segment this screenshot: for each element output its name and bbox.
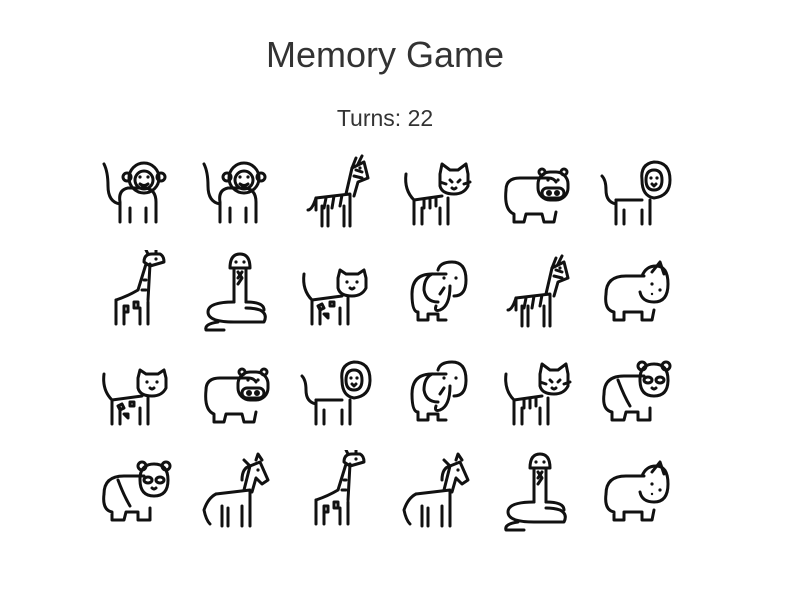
memory-card[interactable] <box>294 150 378 234</box>
snake-icon <box>494 450 578 534</box>
lion-icon <box>594 150 678 234</box>
memory-card[interactable] <box>194 350 278 434</box>
memory-card[interactable] <box>94 350 178 434</box>
memory-card[interactable] <box>294 250 378 334</box>
elephant-icon <box>394 250 478 334</box>
horse-icon <box>194 450 278 534</box>
memory-game-page: Memory Game Turns: 22 <box>0 0 800 600</box>
hippo-icon <box>494 150 578 234</box>
memory-card[interactable] <box>194 150 278 234</box>
giraffe-icon <box>94 250 178 334</box>
leopard-icon <box>294 250 378 334</box>
snake-icon <box>194 250 278 334</box>
memory-card[interactable] <box>494 350 578 434</box>
rhino-icon <box>594 250 678 334</box>
monkey-icon <box>194 150 278 234</box>
turns-label: Turns: <box>336 105 402 131</box>
memory-card[interactable] <box>294 450 378 534</box>
memory-card[interactable] <box>94 150 178 234</box>
memory-card[interactable] <box>394 150 478 234</box>
memory-card[interactable] <box>194 450 278 534</box>
memory-card[interactable] <box>594 150 678 234</box>
monkey-icon <box>94 150 178 234</box>
page-title: Memory Game <box>265 34 505 75</box>
memory-card[interactable] <box>594 250 678 334</box>
hippo-icon <box>194 350 278 434</box>
memory-card[interactable] <box>394 350 478 434</box>
panda-icon <box>94 450 178 534</box>
lion-icon <box>294 350 378 434</box>
memory-card[interactable] <box>194 250 278 334</box>
memory-card[interactable] <box>94 250 178 334</box>
zebra-icon <box>294 150 378 234</box>
rhino-icon <box>594 450 678 534</box>
tiger-icon <box>494 350 578 434</box>
memory-card[interactable] <box>494 250 578 334</box>
memory-card[interactable] <box>594 350 678 434</box>
memory-card[interactable] <box>294 350 378 434</box>
zebra-icon <box>494 250 578 334</box>
memory-card[interactable] <box>494 150 578 234</box>
memory-card[interactable] <box>94 450 178 534</box>
tiger-icon <box>394 150 478 234</box>
leopard-icon <box>94 350 178 434</box>
card-grid <box>92 150 684 534</box>
turns-count: 22 <box>407 105 434 131</box>
elephant-icon <box>394 350 478 434</box>
turns-counter: Turns: 22 <box>0 103 770 133</box>
giraffe-icon <box>294 450 378 534</box>
panda-icon <box>594 350 678 434</box>
memory-card[interactable] <box>494 450 578 534</box>
memory-card[interactable] <box>394 450 478 534</box>
memory-card[interactable] <box>594 450 678 534</box>
memory-card[interactable] <box>394 250 478 334</box>
horse-icon <box>394 450 478 534</box>
